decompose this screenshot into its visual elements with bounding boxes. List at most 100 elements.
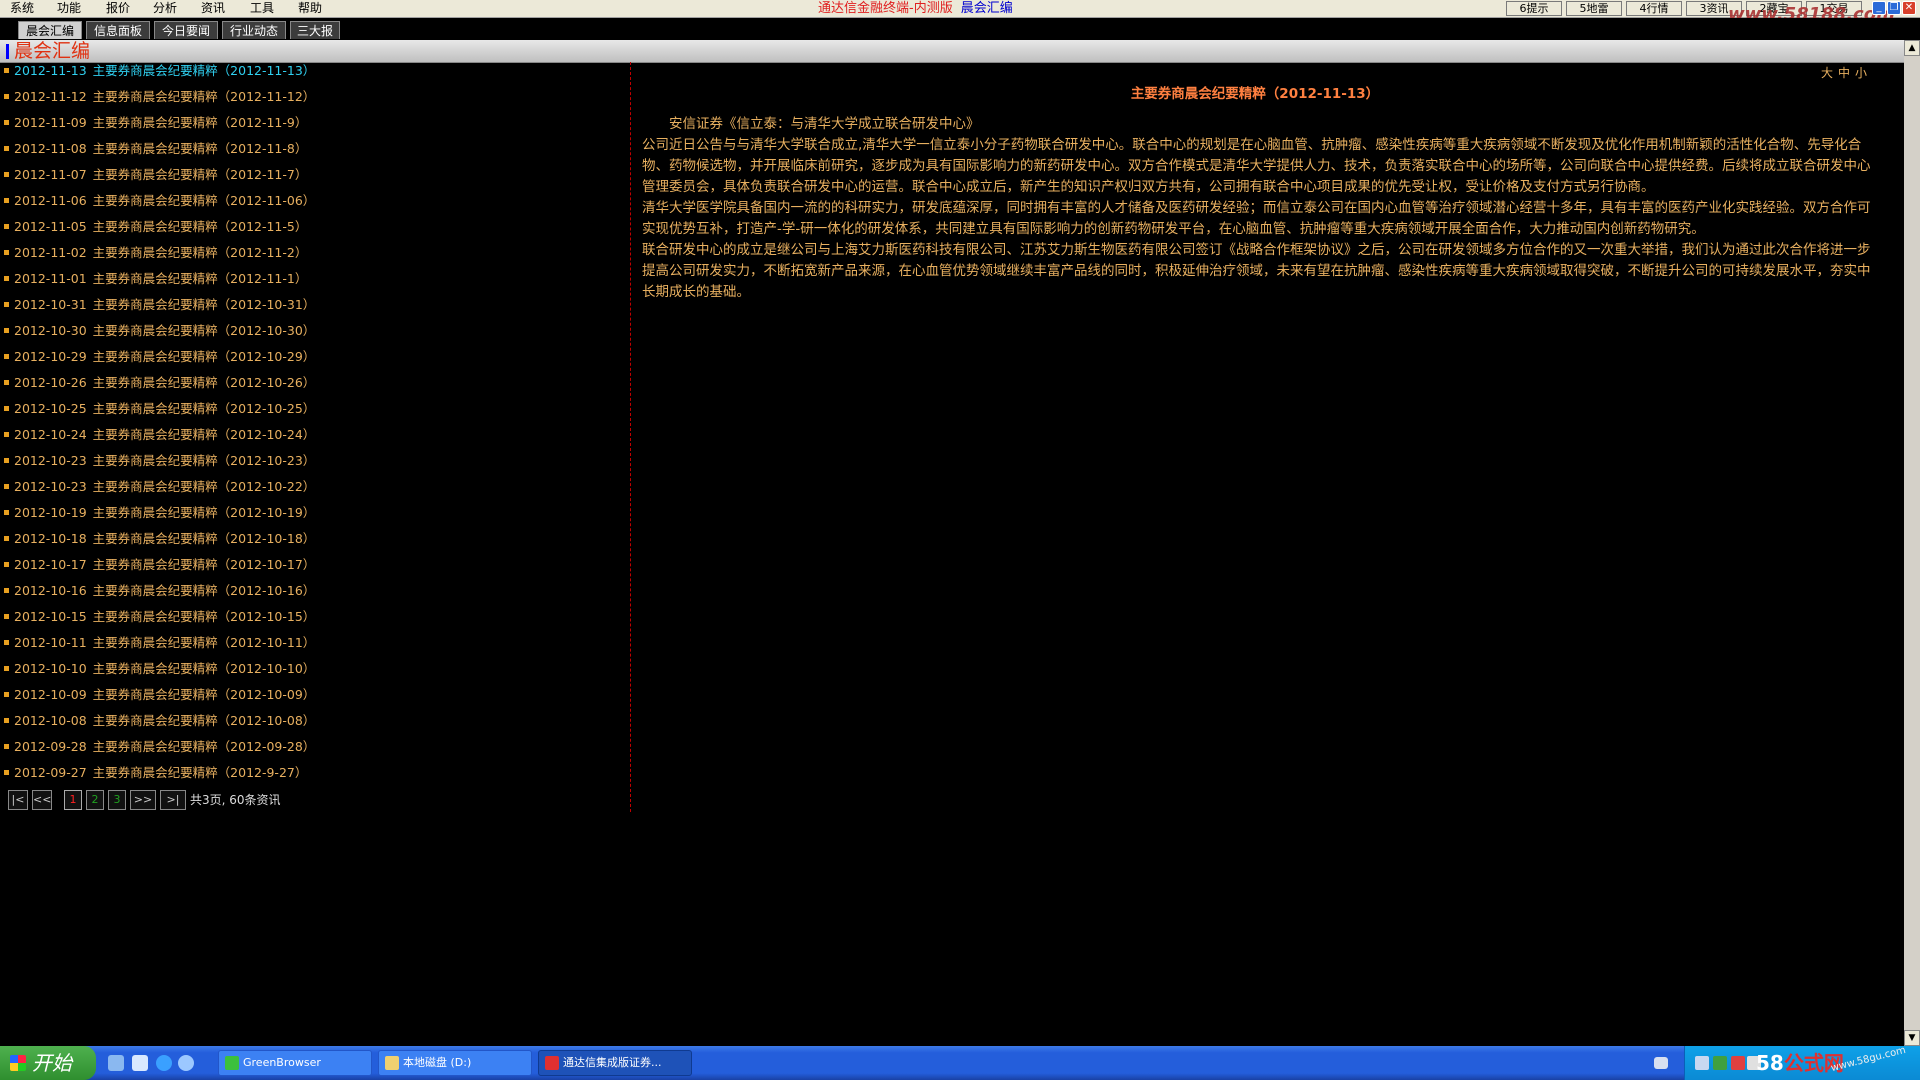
- news-list-item[interactable]: 2012-11-09 主要券商晨会纪要精粹（2012-11-9）: [4, 114, 307, 132]
- news-list-item[interactable]: 2012-11-02 主要券商晨会纪要精粹（2012-11-2）: [4, 244, 307, 262]
- news-headline[interactable]: 主要券商晨会纪要精粹（2012-10-31）: [93, 297, 316, 312]
- news-list-item[interactable]: 2012-11-07 主要券商晨会纪要精粹（2012-11-7）: [4, 166, 307, 184]
- menu-system[interactable]: 系统: [10, 1, 34, 16]
- news-list-item[interactable]: 2012-10-23 主要券商晨会纪要精粹（2012-10-22）: [4, 478, 315, 496]
- news-headline[interactable]: 主要券商晨会纪要精粹（2012-10-29）: [93, 349, 316, 364]
- news-headline[interactable]: 主要券商晨会纪要精粹（2012-10-23）: [93, 453, 316, 468]
- font-large-button[interactable]: 大: [1821, 66, 1833, 80]
- vertical-scrollbar[interactable]: ▲ ▼: [1904, 40, 1920, 1046]
- tab-three-papers[interactable]: 三大报: [290, 21, 340, 39]
- news-headline[interactable]: 主要券商晨会纪要精粹（2012-11-2）: [93, 245, 308, 260]
- menu-quote[interactable]: 报价: [106, 1, 130, 16]
- task-greenbrowser[interactable]: GreenBrowser: [218, 1050, 372, 1076]
- news-headline[interactable]: 主要券商晨会纪要精粹（2012-10-16）: [93, 583, 316, 598]
- news-headline[interactable]: 主要券商晨会纪要精粹（2012-10-15）: [93, 609, 316, 624]
- news-list-item[interactable]: 2012-10-23 主要券商晨会纪要精粹（2012-10-23）: [4, 452, 315, 470]
- news-headline[interactable]: 主要券商晨会纪要精粹（2012-10-25）: [93, 401, 316, 416]
- prev-page-button[interactable]: <<: [32, 790, 52, 810]
- mine-button[interactable]: 5地雷: [1566, 1, 1622, 16]
- news-list-item[interactable]: 2012-11-06 主要券商晨会纪要精粹（2012-11-06）: [4, 192, 315, 210]
- page-3-button[interactable]: 3: [108, 790, 126, 810]
- scroll-down-icon[interactable]: ▼: [1904, 1030, 1920, 1046]
- news-headline[interactable]: 主要券商晨会纪要精粹（2012-10-18）: [93, 531, 316, 546]
- close-icon[interactable]: ✕: [1902, 1, 1916, 15]
- scroll-up-icon[interactable]: ▲: [1904, 40, 1920, 56]
- news-headline[interactable]: 主要券商晨会纪要精粹（2012-11-13）: [93, 63, 316, 78]
- news-headline[interactable]: 主要券商晨会纪要精粹（2012-10-22）: [93, 479, 316, 494]
- news-list-item[interactable]: 2012-10-08 主要券商晨会纪要精粹（2012-10-08）: [4, 712, 315, 730]
- news-list-item[interactable]: 2012-10-31 主要券商晨会纪要精粹（2012-10-31）: [4, 296, 315, 314]
- news-headline[interactable]: 主要券商晨会纪要精粹（2012-09-28）: [93, 739, 316, 754]
- news-list-item[interactable]: 2012-10-16 主要券商晨会纪要精粹（2012-10-16）: [4, 582, 315, 600]
- news-list-item[interactable]: 2012-11-12 主要券商晨会纪要精粹（2012-11-12）: [4, 88, 315, 106]
- browser-icon[interactable]: [178, 1055, 194, 1071]
- news-list-item[interactable]: 2012-10-30 主要券商晨会纪要精粹（2012-10-30）: [4, 322, 315, 340]
- news-list-item[interactable]: 2012-09-27 主要券商晨会纪要精粹（2012-9-27）: [4, 764, 307, 782]
- font-medium-button[interactable]: 中: [1838, 66, 1850, 80]
- restore-icon[interactable]: ❐: [1887, 1, 1901, 15]
- news-list-item[interactable]: 2012-09-28 主要券商晨会纪要精粹（2012-09-28）: [4, 738, 315, 756]
- security-icon[interactable]: [1713, 1056, 1727, 1070]
- ie-icon[interactable]: [156, 1055, 172, 1071]
- news-headline[interactable]: 主要券商晨会纪要精粹（2012-10-09）: [93, 687, 316, 702]
- quotes-button[interactable]: 4行情: [1626, 1, 1682, 16]
- page-2-button[interactable]: 2: [86, 790, 104, 810]
- news-list-item[interactable]: 2012-11-01 主要券商晨会纪要精粹（2012-11-1）: [4, 270, 307, 288]
- news-headline[interactable]: 主要券商晨会纪要精粹（2012-10-08）: [93, 713, 316, 728]
- news-list-item[interactable]: 2012-11-13 主要券商晨会纪要精粹（2012-11-13）: [4, 62, 315, 80]
- network-icon[interactable]: [1695, 1056, 1709, 1070]
- show-desktop-icon[interactable]: [108, 1055, 124, 1071]
- news-list-item[interactable]: 2012-10-24 主要券商晨会纪要精粹（2012-10-24）: [4, 426, 315, 444]
- minimize-icon[interactable]: _: [1872, 1, 1886, 15]
- news-list-item[interactable]: 2012-10-19 主要券商晨会纪要精粹（2012-10-19）: [4, 504, 315, 522]
- task-local-disk[interactable]: 本地磁盘 (D:): [378, 1050, 532, 1076]
- news-headline[interactable]: 主要券商晨会纪要精粹（2012-10-24）: [93, 427, 316, 442]
- news-headline[interactable]: 主要券商晨会纪要精粹（2012-11-9）: [93, 115, 308, 130]
- tab-morning-briefing[interactable]: 晨会汇编: [18, 21, 82, 39]
- explorer-icon[interactable]: [132, 1055, 148, 1071]
- tab-info-panel[interactable]: 信息面板: [86, 21, 150, 39]
- news-headline[interactable]: 主要券商晨会纪要精粹（2012-11-06）: [93, 193, 316, 208]
- keyboard-icon[interactable]: [1654, 1057, 1668, 1069]
- news-list-item[interactable]: 2012-10-18 主要券商晨会纪要精粹（2012-10-18）: [4, 530, 315, 548]
- news-list-item[interactable]: 2012-10-25 主要券商晨会纪要精粹（2012-10-25）: [4, 400, 315, 418]
- news-list-item[interactable]: 2012-10-29 主要券商晨会纪要精粹（2012-10-29）: [4, 348, 315, 366]
- first-page-button[interactable]: |<: [8, 790, 28, 810]
- news-headline[interactable]: 主要券商晨会纪要精粹（2012-10-10）: [93, 661, 316, 676]
- page-1-button[interactable]: 1: [64, 790, 82, 810]
- start-button[interactable]: 开始: [0, 1046, 96, 1080]
- news-headline[interactable]: 主要券商晨会纪要精粹（2012-11-7）: [93, 167, 308, 182]
- news-headline[interactable]: 主要券商晨会纪要精粹（2012-10-30）: [93, 323, 316, 338]
- menu-function[interactable]: 功能: [57, 1, 81, 16]
- news-date: 2012-11-09: [14, 115, 87, 130]
- alert-icon[interactable]: [1731, 1056, 1745, 1070]
- news-headline[interactable]: 主要券商晨会纪要精粹（2012-10-11）: [93, 635, 316, 650]
- font-small-button[interactable]: 小: [1855, 66, 1867, 80]
- news-list-item[interactable]: 2012-10-11 主要券商晨会纪要精粹（2012-10-11）: [4, 634, 315, 652]
- tip-button[interactable]: 6提示: [1506, 1, 1562, 16]
- news-list-item[interactable]: 2012-11-05 主要券商晨会纪要精粹（2012-11-5）: [4, 218, 307, 236]
- news-headline[interactable]: 主要券商晨会纪要精粹（2012-10-26）: [93, 375, 316, 390]
- news-headline[interactable]: 主要券商晨会纪要精粹（2012-10-19）: [93, 505, 316, 520]
- next-page-button[interactable]: >>: [130, 790, 156, 810]
- menu-help[interactable]: 帮助: [298, 1, 322, 16]
- task-tdx-app[interactable]: 通达信集成版证券...: [538, 1050, 692, 1076]
- news-list-item[interactable]: 2012-10-09 主要券商晨会纪要精粹（2012-10-09）: [4, 686, 315, 704]
- last-page-button[interactable]: >|: [160, 790, 186, 810]
- news-list-item[interactable]: 2012-10-10 主要券商晨会纪要精粹（2012-10-10）: [4, 660, 315, 678]
- menu-analysis[interactable]: 分析: [153, 1, 177, 16]
- news-headline[interactable]: 主要券商晨会纪要精粹（2012-11-1）: [93, 271, 308, 286]
- news-headline[interactable]: 主要券商晨会纪要精粹（2012-10-17）: [93, 557, 316, 572]
- menu-tools[interactable]: 工具: [250, 1, 274, 16]
- news-headline[interactable]: 主要券商晨会纪要精粹（2012-9-27）: [93, 765, 308, 780]
- news-headline[interactable]: 主要券商晨会纪要精粹（2012-11-12）: [93, 89, 316, 104]
- news-list-item[interactable]: 2012-10-15 主要券商晨会纪要精粹（2012-10-15）: [4, 608, 315, 626]
- news-headline[interactable]: 主要券商晨会纪要精粹（2012-11-5）: [93, 219, 308, 234]
- news-list-item[interactable]: 2012-11-08 主要券商晨会纪要精粹（2012-11-8）: [4, 140, 307, 158]
- news-headline[interactable]: 主要券商晨会纪要精粹（2012-11-8）: [93, 141, 308, 156]
- news-list-item[interactable]: 2012-10-17 主要券商晨会纪要精粹（2012-10-17）: [4, 556, 315, 574]
- tab-industry-news[interactable]: 行业动态: [222, 21, 286, 39]
- news-list-item[interactable]: 2012-10-26 主要券商晨会纪要精粹（2012-10-26）: [4, 374, 315, 392]
- menu-info[interactable]: 资讯: [201, 1, 225, 16]
- tab-today-news[interactable]: 今日要闻: [154, 21, 218, 39]
